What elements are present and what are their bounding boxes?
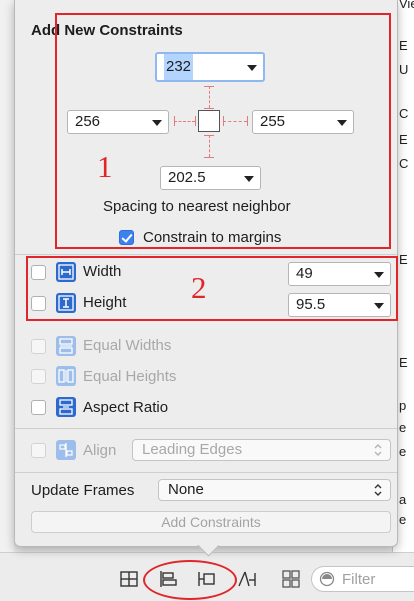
aspect-ratio-icon bbox=[56, 397, 76, 417]
align-edges-icon bbox=[56, 440, 76, 460]
chevron-down-icon[interactable] bbox=[244, 176, 254, 182]
chevron-down-icon[interactable] bbox=[374, 272, 384, 278]
spacing-caption: Spacing to nearest neighbor bbox=[103, 198, 291, 215]
add-constraints-popover: Add New Constraints 232 256 255 202.5 Sp… bbox=[14, 0, 398, 547]
bg-text: E bbox=[399, 132, 408, 147]
strut-bottom bbox=[209, 135, 210, 157]
updown-arrows-icon bbox=[374, 444, 382, 456]
chevron-down-icon[interactable] bbox=[337, 120, 347, 126]
equal-heights-label: Equal Heights bbox=[83, 368, 177, 385]
chevron-down-icon[interactable] bbox=[247, 65, 257, 71]
strut-right-cap bbox=[247, 116, 248, 126]
constrain-to-margins-checkbox[interactable] bbox=[119, 230, 134, 245]
bg-text: U bbox=[399, 62, 409, 77]
top-spacing-field[interactable]: 232 bbox=[155, 52, 265, 82]
width-value: 49 bbox=[296, 265, 313, 282]
strut-left bbox=[174, 121, 195, 122]
background-left-panel bbox=[0, 0, 14, 600]
bg-text: E bbox=[399, 355, 408, 370]
bg-text: e bbox=[399, 420, 407, 435]
bg-text: C bbox=[399, 156, 409, 171]
height-value-field[interactable]: 95.5 bbox=[288, 293, 391, 317]
align-value: Leading Edges bbox=[142, 441, 243, 458]
resolve-issues-icon[interactable] bbox=[236, 568, 258, 590]
bg-text: E bbox=[399, 38, 408, 53]
separator bbox=[15, 254, 397, 255]
chevron-down-icon[interactable] bbox=[152, 120, 162, 126]
filter-placeholder: Filter bbox=[342, 571, 376, 588]
bg-text: C bbox=[399, 106, 409, 121]
left-spacing-field[interactable]: 256 bbox=[67, 110, 169, 134]
bottom-spacing-value: 202.5 bbox=[168, 169, 206, 186]
updown-arrows-icon bbox=[374, 484, 382, 496]
align-popup[interactable]: Leading Edges bbox=[132, 439, 391, 461]
equal-widths-label: Equal Widths bbox=[83, 337, 172, 354]
top-spacing-value: 232 bbox=[164, 54, 194, 80]
aspect-ratio-label: Aspect Ratio bbox=[83, 399, 169, 416]
height-checkbox[interactable] bbox=[31, 296, 46, 311]
width-checkbox[interactable] bbox=[31, 265, 46, 280]
height-value: 95.5 bbox=[296, 296, 326, 313]
bg-text: e bbox=[399, 444, 407, 459]
update-frames-value: None bbox=[168, 481, 204, 498]
aspect-ratio-checkbox[interactable] bbox=[31, 400, 46, 415]
width-constraint-icon bbox=[56, 262, 76, 282]
bg-text-view: View bbox=[399, 0, 414, 11]
bg-text: e bbox=[399, 512, 407, 527]
bottom-spacing-field[interactable]: 202.5 bbox=[160, 166, 261, 190]
update-frames-label: Update Frames bbox=[31, 482, 135, 499]
equal-widths-icon bbox=[56, 336, 76, 356]
popover-title: Add New Constraints bbox=[31, 22, 183, 39]
add-constraints-button[interactable]: Add Constraints bbox=[31, 511, 391, 533]
equal-heights-icon bbox=[56, 366, 76, 386]
right-spacing-field[interactable]: 255 bbox=[252, 110, 354, 134]
annotation-number-1: 1 bbox=[97, 149, 113, 184]
height-label: Height bbox=[83, 294, 127, 311]
equal-widths-checkbox[interactable] bbox=[31, 339, 46, 354]
equal-heights-checkbox[interactable] bbox=[31, 369, 46, 384]
align-checkbox[interactable] bbox=[31, 443, 46, 458]
popover-arrow bbox=[197, 545, 219, 557]
annotation-number-2: 2 bbox=[191, 270, 207, 305]
bg-text: a bbox=[399, 492, 407, 507]
strut-top bbox=[209, 86, 210, 108]
bg-text: p bbox=[399, 398, 407, 413]
width-value-field[interactable]: 49 bbox=[288, 262, 391, 286]
strut-bottom-cap bbox=[204, 157, 214, 158]
strut-right bbox=[223, 121, 247, 122]
filter-field[interactable]: Filter bbox=[311, 566, 414, 592]
constrain-to-margins-label: Constrain to margins bbox=[143, 229, 282, 246]
grid-icon[interactable] bbox=[280, 568, 302, 590]
update-frames-popup[interactable]: None bbox=[158, 479, 391, 501]
bg-text: E bbox=[399, 252, 408, 267]
stack-view-icon[interactable] bbox=[118, 568, 140, 590]
chevron-down-icon[interactable] bbox=[374, 303, 384, 309]
height-constraint-icon bbox=[56, 293, 76, 313]
constraint-target-view bbox=[198, 110, 220, 132]
annotation-ellipse bbox=[143, 560, 237, 600]
filter-icon bbox=[319, 571, 335, 587]
separator bbox=[15, 472, 397, 473]
right-spacing-value: 255 bbox=[260, 113, 286, 130]
width-label: Width bbox=[83, 263, 122, 280]
strut-left-cap bbox=[195, 116, 196, 126]
align-label: Align bbox=[83, 442, 117, 459]
separator bbox=[15, 428, 397, 429]
strut-top-cap bbox=[204, 108, 214, 109]
left-spacing-value: 256 bbox=[75, 113, 101, 130]
